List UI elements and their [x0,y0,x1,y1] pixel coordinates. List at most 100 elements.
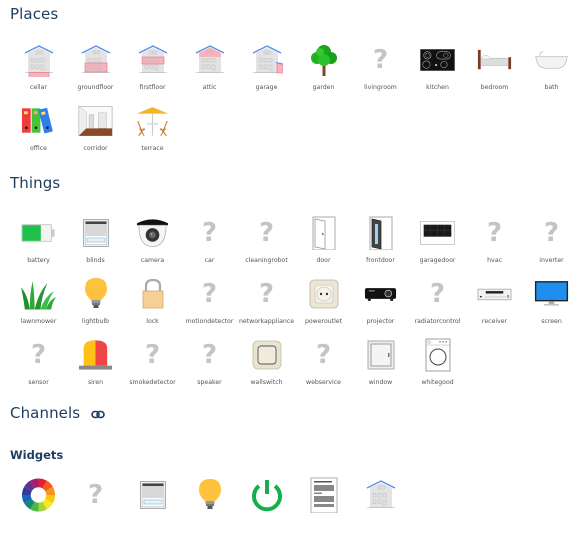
places-tile-livingroom[interactable]: ? livingroom [352,42,409,98]
widgets-tile-house[interactable] [352,477,409,533]
link-icon[interactable] [91,405,105,423]
window-icon [363,337,398,372]
places-tile-kitchen[interactable]: kitchen [409,42,466,98]
things-tile-networkappliance[interactable]: ? networkappliance [238,276,295,332]
things-tile-radiatorcontrol[interactable]: ? radiatorcontrol [409,276,466,332]
colorwheel-icon [21,477,56,512]
things-tile-cleaningrobot[interactable]: ? cleaningrobot [238,215,295,271]
things-tile-camera[interactable]: camera [124,215,181,271]
things-tile-lightbulb[interactable]: lightbulb [67,276,124,332]
things-tile-screen[interactable]: screen [523,276,580,332]
things-tile-lock[interactable]: lock [124,276,181,332]
widgets-tile-blinds[interactable] [124,477,181,533]
grass-icon [21,276,56,311]
section-title-places: Places [10,5,59,23]
widgets-tile-colorwheel[interactable] [10,477,67,533]
places-tile-bedroom[interactable]: bedroom [466,42,523,98]
things-tile-frontdoor[interactable]: frontdoor [352,215,409,271]
frontdoor-icon [363,215,398,250]
things-tile-smokedetector[interactable]: ? smokedetector [124,337,181,393]
bathtub-icon [534,42,569,77]
question-icon: ? [258,217,275,248]
question-icon: ? [144,339,161,370]
places-tile-bath[interactable]: bath [523,42,580,98]
widgets-tile-text-document[interactable] [295,477,352,533]
house-cellar-icon [21,42,56,77]
things-tile-lawnmower[interactable]: lawnmower [10,276,67,332]
question-icon: ? [87,479,104,510]
things-tile-siren[interactable]: siren [67,337,124,393]
question-icon: ? [372,44,389,75]
things-tile-poweroutlet[interactable]: poweroutlet [295,276,352,332]
question-icon: ? [486,217,503,248]
house-firstfloor-icon [135,42,170,77]
places-tile-cellar[interactable]: cellar [10,42,67,98]
widgets-tile-power[interactable] [238,477,295,533]
things-tile-webservice[interactable]: ? webservice [295,337,352,393]
power-icon [249,477,284,512]
things-tile-speaker[interactable]: ? speaker [181,337,238,393]
things-tile-wallswitch[interactable]: wallswitch [238,337,295,393]
screen-icon [534,276,569,311]
wallswitch-icon [249,337,284,372]
question-icon: ? [258,278,275,309]
tree-icon [306,42,341,77]
poweroutlet-icon [306,276,341,311]
lightbulb-icon [192,477,227,512]
places-tile-garden[interactable]: garden [295,42,352,98]
places-tile-terrace[interactable]: terrace [124,103,181,159]
question-icon: ? [201,278,218,309]
things-label: inverter [539,257,564,264]
section-title-things: Things [10,174,61,192]
house-garage-icon [249,42,284,77]
places-label: bath [544,84,559,91]
things-tile-sensor[interactable]: ? sensor [10,337,67,393]
places-tile-garage[interactable]: garage [238,42,295,98]
house-icon [363,477,398,512]
places-label: terrace [141,145,164,152]
siren-icon [78,337,113,372]
lightbulb-icon [78,276,113,311]
places-tile-office[interactable]: office [10,103,67,159]
things-tile-car[interactable]: ? car [181,215,238,271]
blinds-icon [78,215,113,250]
channels-title-text: Channels [10,404,81,422]
things-tile-blinds[interactable]: blinds [67,215,124,271]
things-tile-garagedoor[interactable]: garagedoor [409,215,466,271]
things-tile-motiondetector[interactable]: ? motiondetector [181,276,238,332]
things-tile-window[interactable]: window [352,337,409,393]
question-icon: ? [30,339,47,370]
places-tile-corridor[interactable]: corridor [67,103,124,159]
house-attic-icon [192,42,227,77]
things-tile-inverter[interactable]: ? inverter [523,215,580,271]
places-tile-attic[interactable]: attic [181,42,238,98]
things-tile-whitegood[interactable]: whitegood [409,337,466,393]
things-tile-door[interactable]: door [295,215,352,271]
corridor-icon [78,103,113,138]
garagedoor-icon [420,215,455,250]
battery-icon [21,215,56,250]
things-tile-battery[interactable]: battery [10,215,67,271]
washingmachine-icon [420,337,455,372]
binders-icon [21,103,56,138]
places-tile-groundfloor[interactable]: groundfloor [67,42,124,98]
cooktop-icon [420,42,455,77]
section-title-channels: Channels [10,404,105,423]
question-icon: ? [429,278,446,309]
question-icon: ? [201,217,218,248]
door-icon [306,215,341,250]
things-tile-receiver[interactable]: receiver [466,276,523,332]
projector-icon [363,276,398,311]
blinds-icon [135,477,170,512]
things-tile-projector[interactable]: projector [352,276,409,332]
widgets-tile-lightbulb[interactable] [181,477,238,533]
terrace-icon [135,103,170,138]
question-icon: ? [315,339,332,370]
things-tile-hvac[interactable]: ? hvac [466,215,523,271]
things-label: screen [541,318,562,325]
places-tile-firstfloor[interactable]: firstfloor [124,42,181,98]
widgets-tile-question[interactable]: ? [67,477,124,533]
lock-icon [135,276,170,311]
question-icon: ? [201,339,218,370]
receiver-icon [477,276,512,311]
